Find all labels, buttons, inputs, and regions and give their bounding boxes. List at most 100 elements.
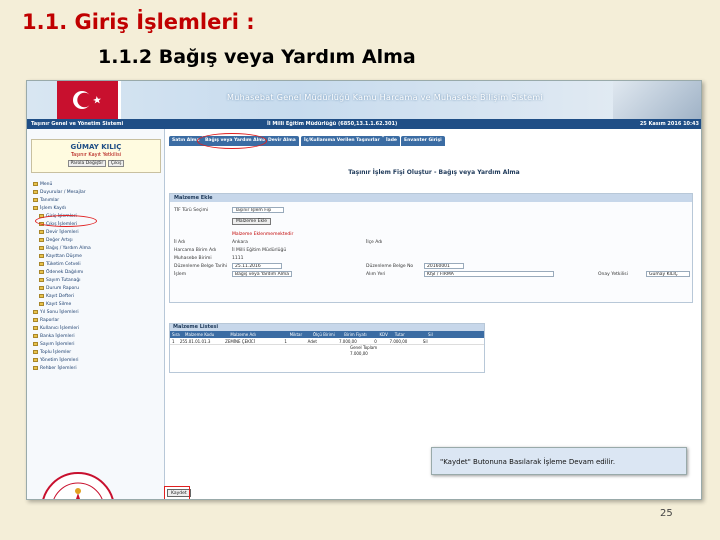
tree-item[interactable]: Yönetim İşlemleri	[33, 357, 161, 365]
folder-icon	[39, 285, 44, 290]
form-title: Taşınır İşlem Fişi Oluştur - Bağış veya …	[348, 169, 520, 176]
operation-select[interactable]: Bağış veya Yardım Alma	[232, 271, 292, 277]
field-label: Düzenleme Belge Tarihi	[174, 264, 228, 269]
folder-icon	[33, 325, 38, 330]
field-label: İlçe Adı	[366, 240, 383, 245]
folder-icon	[39, 229, 44, 234]
tree-item[interactable]: Menü	[33, 181, 161, 189]
field-value: 1111	[232, 256, 244, 261]
col-header: Ölçü Birimi	[312, 332, 335, 337]
tree-item[interactable]: Devir İşlemleri	[33, 229, 161, 237]
field-label: Muhasebe Birimi	[174, 256, 212, 261]
date-input[interactable]: 25.11.2016	[232, 263, 282, 269]
tree-item[interactable]: Bağış / Yardım Alma	[33, 245, 161, 253]
tree-item[interactable]: Kullanıcı İşlemleri	[33, 325, 161, 333]
source-select[interactable]: KİŞİ / FİRMA	[424, 271, 554, 277]
folder-icon	[33, 197, 38, 202]
total-value: 7.000,00	[350, 351, 368, 356]
highlight-circle-tab	[197, 133, 267, 149]
tree-item[interactable]: Kayıt Defteri	[33, 293, 161, 301]
tree-item[interactable]: Rehber İşlemleri	[33, 365, 161, 373]
panel-title: Malzeme Ekle	[170, 194, 692, 202]
folder-icon	[39, 261, 44, 266]
field-label: İl Adı	[174, 240, 186, 245]
tree-item[interactable]: Durum Raporu	[33, 285, 161, 293]
field-label: Düzenleme Belge No	[366, 264, 414, 269]
logout-button[interactable]: Çıkış	[107, 160, 125, 167]
user-box: GÜMAY KILIÇ Taşınır Kayıt Yetkilisi Paro…	[31, 139, 161, 173]
tree-item[interactable]: Banka İşlemleri	[33, 333, 161, 341]
slide-subtitle: 1.1.2 Bağış veya Yardım Alma	[98, 46, 416, 68]
tree-item[interactable]: Duyurular / Mesajlar	[33, 189, 161, 197]
col-header: KDV	[379, 332, 388, 337]
folder-icon	[33, 349, 38, 354]
tree-item[interactable]: Kayıttan Düşme	[33, 253, 161, 261]
tab-envanter-girisi[interactable]: Envanter Girişi	[401, 136, 445, 146]
highlight-box-save	[164, 486, 190, 499]
tree-item[interactable]: Tanımlar	[33, 197, 161, 205]
ministry-logo	[33, 469, 123, 499]
folder-icon	[33, 365, 38, 370]
col-header: Malzeme Adı	[230, 332, 256, 337]
cell: 1	[172, 339, 175, 344]
col-header: Sıra	[172, 332, 180, 337]
cell: 255.01.01.01.3	[179, 339, 211, 344]
field-label: Alım Yeri	[366, 272, 386, 277]
folder-icon	[39, 253, 44, 258]
col-header: Sil	[428, 332, 433, 337]
approver-label: Onay Yetkilisi	[598, 272, 628, 277]
field-label: Harcama Birim Adı	[174, 248, 217, 253]
folder-icon	[39, 269, 44, 274]
turkish-flag-icon	[57, 81, 121, 119]
document-number-input[interactable]: 20160001	[424, 263, 464, 269]
folder-icon	[39, 293, 44, 298]
tree-item[interactable]: Tüketim Cetveli	[33, 261, 161, 269]
tab-ic-kullanim[interactable]: İç/Kullanıma Verilen Taşınırlar	[301, 136, 383, 146]
cell: Adet	[307, 339, 317, 344]
tree-item[interactable]: Sayım İşlemleri	[33, 341, 161, 349]
tree-item[interactable]: Toplu İşlemler	[33, 349, 161, 357]
tree-item[interactable]: İşlem Kaydı	[33, 205, 161, 213]
tree-item[interactable]: Kayıt Silme	[33, 301, 161, 309]
banner-decoration	[613, 81, 701, 119]
folder-icon	[33, 333, 38, 338]
highlight-circle-menu	[35, 215, 97, 227]
user-role: Taşınır Kayıt Yetkilisi	[70, 152, 122, 158]
cell: 7.000,00	[389, 339, 408, 344]
field-label: İşlem	[174, 272, 187, 277]
add-material-button[interactable]: Malzeme Ekle	[232, 218, 272, 225]
field-value: Ankara	[232, 240, 248, 245]
folder-icon	[39, 277, 44, 282]
material-table: Malzeme Listesi Sıra Malzeme Kodu Malzem…	[169, 323, 485, 373]
instruction-callout: "Kaydet" Butonuna Basılarak İşleme Devam…	[431, 447, 687, 475]
table-title: Malzeme Listesi	[170, 324, 484, 331]
tree-item[interactable]: Sayım Tutanağı	[33, 277, 161, 285]
folder-icon	[33, 205, 38, 210]
col-header: Tutar	[394, 332, 405, 337]
tree-item[interactable]: Raporlar	[33, 317, 161, 325]
tree-item[interactable]: Değer Artışı	[33, 237, 161, 245]
tab-devir-alma[interactable]: Devir Alma	[265, 136, 299, 146]
system-name: Taşınır Genel ve Yönetim Sistemi	[31, 121, 124, 127]
cell: 0	[374, 339, 377, 344]
cell: 7.000,00	[338, 339, 357, 344]
slide-title: 1.1. Giriş İşlemleri :	[22, 10, 255, 34]
tif-type-label: TİF Türü Seçimi	[174, 208, 209, 213]
col-header: Miktar	[289, 332, 303, 337]
tree-item[interactable]: Yıl Sonu İşlemleri	[33, 309, 161, 317]
change-password-button[interactable]: Parola Değiştir	[67, 160, 107, 167]
tree-item[interactable]: Ödenek Dağılımı	[33, 269, 161, 277]
page-number: 25	[660, 508, 673, 519]
folder-icon	[39, 301, 44, 306]
tab-iade[interactable]: İade	[383, 136, 400, 146]
table-header: Sıra Malzeme Kodu Malzeme Adı Miktar Ölç…	[170, 331, 484, 338]
app-banner: Muhasebat Genel Müdürlüğü Kamu Harcama v…	[27, 81, 701, 119]
cell: ZEMİNE ÇEKİCİ	[225, 339, 255, 344]
user-name: GÜMAY KILIÇ	[70, 143, 122, 151]
approver-input[interactable]: Gümay KILIÇ	[646, 271, 690, 277]
folder-icon	[33, 341, 38, 346]
tif-type-select[interactable]: Taşınır İşlem Fişi	[232, 207, 284, 213]
banner-title: Muhasebat Genel Müdürlüğü Kamu Harcama v…	[227, 93, 543, 102]
field-value: İl Milli Eğitim Müdürlüğü	[232, 248, 287, 253]
delete-row-button[interactable]: Sil	[421, 338, 430, 344]
